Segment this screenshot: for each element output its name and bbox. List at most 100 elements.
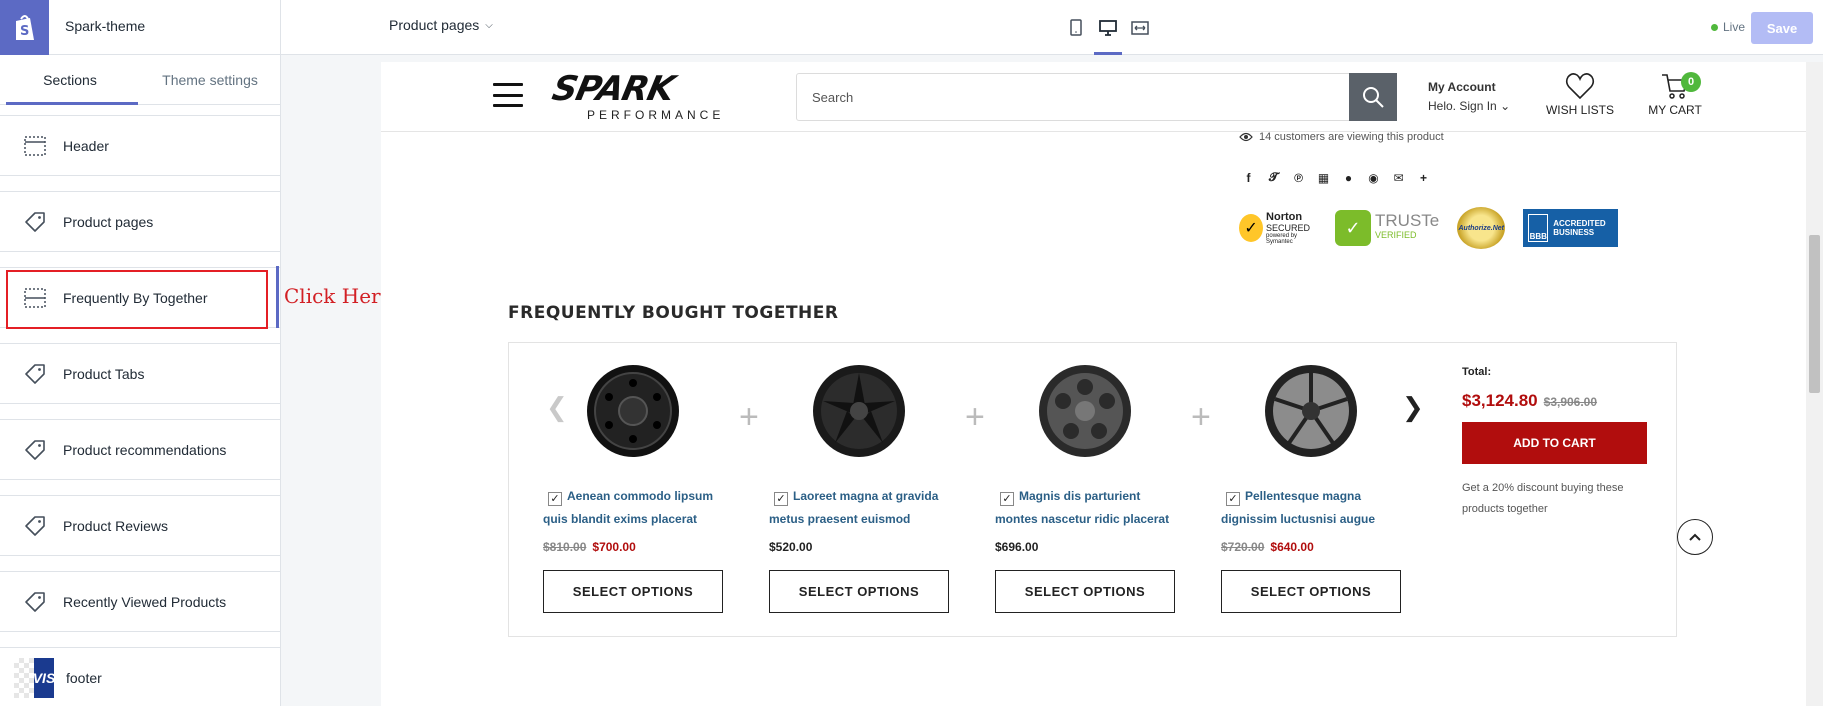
cart-link[interactable]: 0 MY CART [1639, 72, 1711, 117]
fbt-product: ✓ Pellentesque magna dignissim luctusnisi… [1221, 361, 1403, 613]
split-spoke-wheel-image [1265, 365, 1357, 457]
fbt-product-name-row[interactable]: ✓ Laoreet magna at gravida metus praesent… [769, 485, 951, 531]
layout-icon [22, 133, 48, 159]
eye-icon [1239, 132, 1253, 142]
account-menu[interactable]: My Account Helo. Sign In ⌄ [1428, 78, 1510, 116]
sidebar-item-label: footer [66, 670, 102, 686]
sale-price: $640.00 [1270, 540, 1314, 554]
twitter-icon[interactable]: 𝓣 [1266, 170, 1281, 185]
tab-sections[interactable]: Sections [0, 55, 140, 105]
checkbox[interactable]: ✓ [774, 492, 788, 506]
tab-theme-settings[interactable]: Theme settings [140, 55, 280, 104]
fbt-price-row: $720.00 $640.00 [1221, 540, 1403, 554]
facebook-icon[interactable]: f [1241, 170, 1256, 185]
sidebar-item-header[interactable]: Header [0, 115, 280, 176]
tag-icon [22, 513, 48, 539]
fbt-total: Total: $3,124.80 $3,906.00 ADD TO CART Ge… [1462, 366, 1652, 520]
sidebar-item-label: Product pages [63, 213, 154, 230]
sidebar-item-product-tabs[interactable]: Product Tabs [0, 343, 280, 404]
sidebar-item-product-recommendations[interactable]: Product recommendations [0, 419, 280, 480]
checkbox[interactable]: ✓ [1226, 492, 1240, 506]
tag-icon [22, 589, 48, 615]
cart-count-badge: 0 [1681, 72, 1701, 92]
checkbox[interactable]: ✓ [1000, 492, 1014, 506]
sidebar-item-frequently-bought-together[interactable]: Frequently By Together [0, 267, 280, 329]
sidebar-item-label: Product recommendations [63, 441, 227, 458]
mobile-view-icon[interactable] [1060, 0, 1092, 55]
viewers-notice: 14 customers are viewing this product [1239, 131, 1444, 143]
plus-icon: + [739, 398, 759, 436]
heart-icon [1565, 73, 1595, 100]
preview-scrollbar-thumb[interactable] [1809, 235, 1820, 393]
sidebar-item-footer[interactable]: VIS footer [0, 647, 280, 706]
discount-note: Get a 20% discount buying these products… [1462, 482, 1624, 515]
select-options-button[interactable]: SELECT OPTIONS [995, 570, 1175, 613]
fbt-product-name-row[interactable]: ✓ Aenean commodo lipsum quis blandit exim… [543, 485, 725, 531]
norton-sub: SECURED [1266, 223, 1311, 233]
cart-label: MY CART [1648, 103, 1702, 117]
page-selector[interactable]: Product pages ⌵ [389, 17, 493, 33]
menu-icon[interactable] [493, 83, 523, 107]
fbt-product-name[interactable]: Aenean commodo lipsum quis blandit exims… [543, 489, 713, 526]
checkbox[interactable]: ✓ [548, 492, 562, 506]
price: $520.00 [769, 540, 813, 554]
search-button[interactable] [1349, 73, 1397, 121]
desktop-view-icon[interactable] [1092, 0, 1124, 55]
email-icon[interactable]: ✉ [1391, 170, 1406, 185]
shopify-logo-icon[interactable]: S [0, 0, 49, 55]
pinterest-icon[interactable]: ℗ [1291, 170, 1306, 185]
fbt-product-name-row[interactable]: ✓ Magnis dis parturient montes nascetur r… [995, 485, 1177, 531]
fbt-product-name[interactable]: Pellentesque magna dignissim luctusnisi … [1221, 489, 1375, 526]
save-button[interactable]: Save [1751, 12, 1813, 44]
store-header: SPARK PERFORMANCE Search My Account Helo… [381, 62, 1806, 132]
fullscreen-view-icon[interactable] [1124, 0, 1156, 55]
bbb-text-2: BUSINESS [1553, 228, 1595, 237]
select-options-button[interactable]: SELECT OPTIONS [1221, 570, 1401, 613]
chevron-up-icon [1689, 533, 1701, 541]
search-input[interactable]: Search [796, 73, 1354, 121]
truste-icon: ✓ [1335, 210, 1371, 246]
check-icon: ✓ [1239, 214, 1264, 242]
svg-text:S: S [20, 24, 29, 39]
fbt-price-row: $810.00 $700.00 [543, 540, 725, 554]
snapchat-icon[interactable]: ● [1341, 170, 1356, 185]
account-sub-row: Helo. Sign In ⌄ [1428, 97, 1510, 116]
fbt-container: ❮ ✓ Aenean commodo lipsum quis blandit ex… [508, 342, 1677, 637]
fbt-price-row: $520.00 [769, 540, 951, 554]
sidebar-item-product-pages[interactable]: Product pages [0, 191, 280, 252]
authorize-net-badge: Authorize.Net [1457, 207, 1506, 249]
sidebar-item-recently-viewed[interactable]: Recently Viewed Products [0, 571, 280, 632]
chevron-down-icon: ⌵ [485, 19, 493, 31]
back-to-top-button[interactable] [1677, 519, 1713, 555]
chevron-right-icon[interactable]: ❯ [1402, 393, 1424, 423]
grid-icon[interactable]: ▦ [1316, 170, 1331, 185]
plus-icon[interactable]: + [1416, 170, 1431, 185]
total-price-row: $3,124.80 $3,906.00 [1462, 391, 1652, 411]
fbt-product: ✓ Magnis dis parturient montes nascetur r… [995, 361, 1177, 613]
plus-icon: + [1191, 398, 1211, 436]
reddit-icon[interactable]: ◉ [1366, 170, 1381, 185]
add-to-cart-button[interactable]: ADD TO CART [1462, 422, 1647, 464]
fbt-product: ✓ Laoreet magna at gravida metus praesent… [769, 361, 951, 613]
store-logo[interactable]: SPARK PERFORMANCE [549, 69, 733, 122]
sidebar-item-label: Product Reviews [63, 517, 169, 534]
tag-icon [22, 361, 48, 387]
editor-topbar: S Spark-theme Product pages ⌵ Live Save [0, 0, 1823, 55]
sidebar-item-product-reviews[interactable]: Product Reviews [0, 495, 280, 556]
norton-badge: ✓ Norton SECURED powered by Symantec [1239, 207, 1317, 249]
page-selector-label: Product pages [389, 17, 480, 33]
select-options-button[interactable]: SELECT OPTIONS [769, 570, 949, 613]
bbb-badge: BBB ACCREDITED BUSINESS [1523, 209, 1619, 247]
fbt-product-name[interactable]: Laoreet magna at gravida metus praesent … [769, 489, 938, 526]
bbb-logo: BBB [1528, 214, 1549, 242]
wishlist-link[interactable]: WISH LISTS [1542, 72, 1618, 117]
sidebar-tabs: Sections Theme settings [0, 55, 280, 105]
select-options-button[interactable]: SELECT OPTIONS [543, 570, 723, 613]
sidebar-item-label: Frequently By Together [63, 289, 208, 306]
brand-sub: PERFORMANCE [587, 108, 725, 122]
sections-list: Header Product pages Frequently By Toget… [0, 115, 280, 706]
sidebar-item-label: Product Tabs [63, 365, 145, 382]
viewers-text: 14 customers are viewing this product [1259, 131, 1444, 143]
fbt-product-name-row[interactable]: ✓ Pellentesque magna dignissim luctusnisi… [1221, 485, 1403, 531]
fbt-product-name[interactable]: Magnis dis parturient montes nascetur ri… [995, 489, 1169, 526]
